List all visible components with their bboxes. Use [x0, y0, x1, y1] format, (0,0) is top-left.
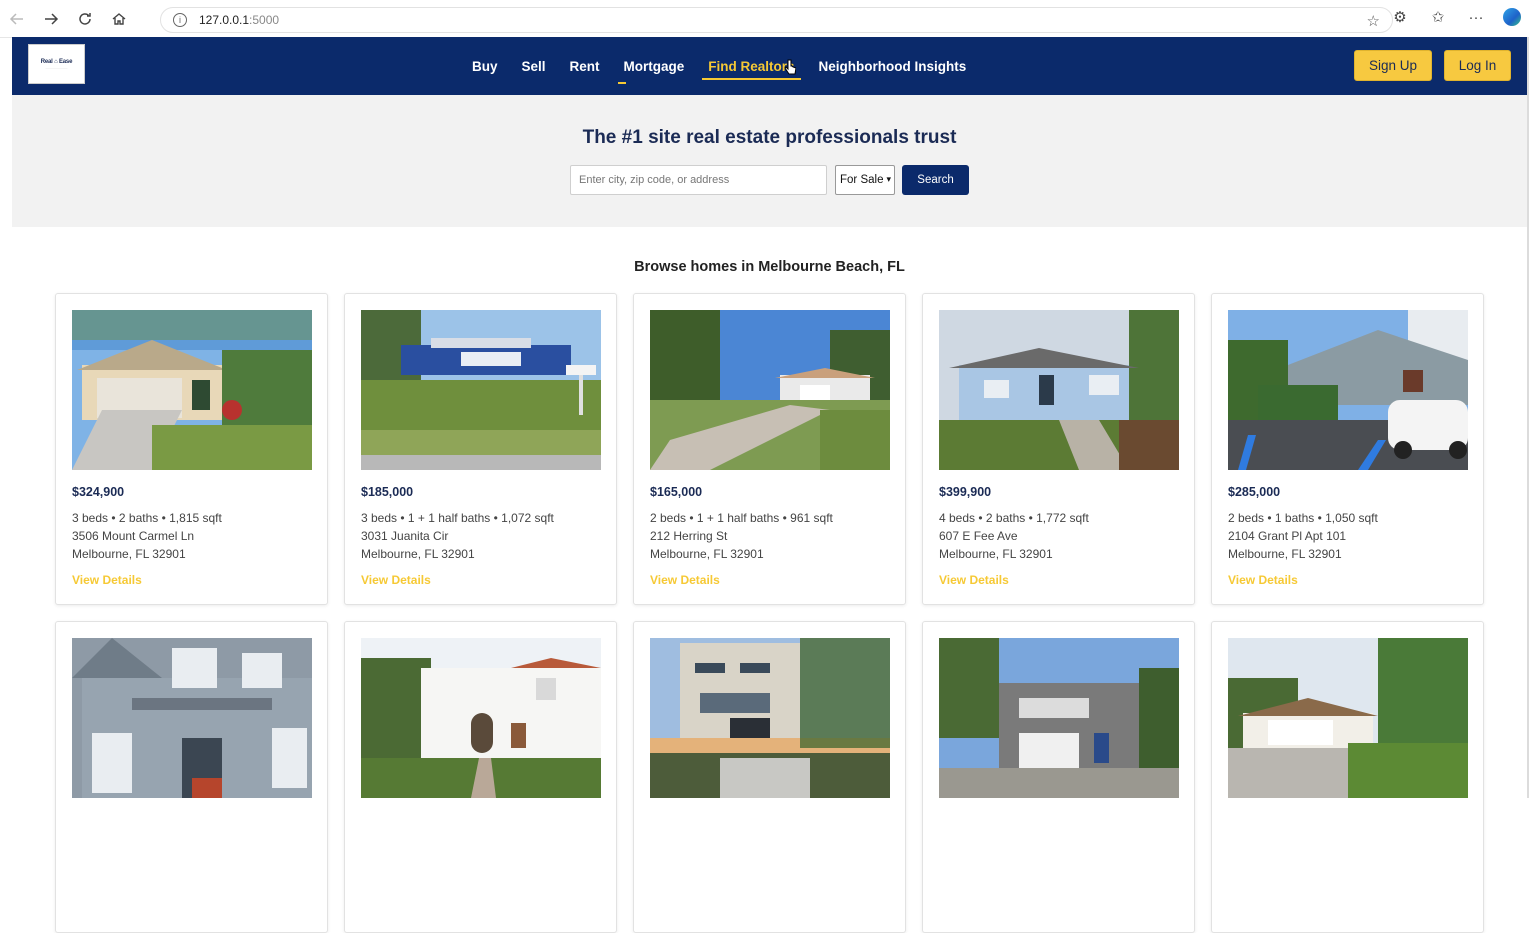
search-button[interactable]: Search [902, 165, 969, 195]
copilot-icon[interactable] [1503, 8, 1521, 26]
sign-up-button[interactable]: Sign Up [1354, 50, 1432, 81]
listing-city: Melbourne, FL 32901 [361, 547, 475, 561]
home-icon[interactable] [102, 4, 136, 34]
hand-cursor-icon [784, 59, 796, 75]
hero-title: The #1 site real estate professionals tr… [582, 127, 957, 148]
listing-type-value: For Sale [840, 174, 884, 186]
nav-rent[interactable]: Rent [570, 51, 600, 82]
listing-card[interactable]: $324,900 3 beds • 2 baths • 1,815 sqft 3… [55, 293, 328, 605]
listing-city: Melbourne, FL 32901 [939, 547, 1053, 561]
listing-photo[interactable] [650, 310, 890, 470]
listing-city: Melbourne, FL 32901 [650, 547, 764, 561]
listing-card[interactable] [633, 621, 906, 933]
listing-meta: 3 beds • 2 baths • 1,815 sqft [72, 511, 222, 525]
nav-find-realtors[interactable]: Find Realtors [702, 51, 801, 82]
view-details-link[interactable]: View Details [1228, 573, 1298, 587]
listing-city: Melbourne, FL 32901 [72, 547, 186, 561]
extensions-icon[interactable]: ⚙ [1389, 6, 1411, 28]
listing-photo[interactable] [939, 638, 1179, 798]
listing-price: $165,000 [650, 485, 703, 499]
listing-photo[interactable] [72, 638, 312, 798]
main-nav: Buy Sell Rent Mortgage Find Realtors Nei… [460, 37, 978, 95]
listing-meta: 2 beds • 1 + 1 half baths • 961 sqft [650, 511, 833, 525]
listing-street: 3506 Mount Carmel Ln [72, 529, 195, 543]
favorites-icon[interactable]: ✩ [1427, 6, 1449, 28]
listing-card[interactable]: $185,000 3 beds • 1 + 1 half baths • 1,0… [344, 293, 617, 605]
favorite-star-icon[interactable]: ☆ [1367, 12, 1380, 30]
listing-card[interactable] [55, 621, 328, 933]
browse-title: Browse homes in Melbourne Beach, FL [634, 259, 905, 275]
listing-photo[interactable] [361, 310, 601, 470]
nav-buy[interactable]: Buy [472, 51, 498, 82]
listing-photo[interactable] [361, 638, 601, 798]
listing-street: 212 Herring St [650, 529, 728, 543]
chevron-down-icon: ▾ [886, 174, 891, 184]
nav-neighborhood-insights[interactable]: Neighborhood Insights [819, 51, 967, 82]
listing-card[interactable]: $399,900 4 beds • 2 baths • 1,772 sqft 6… [922, 293, 1195, 605]
listing-meta: 2 beds • 1 baths • 1,050 sqft [1228, 511, 1378, 525]
more-menu-icon[interactable]: ··· [1465, 6, 1487, 28]
logo-text: Real ⌂ Ease [40, 58, 73, 65]
listing-card[interactable]: $165,000 2 beds • 1 + 1 half baths • 961… [633, 293, 906, 605]
view-details-link[interactable]: View Details [939, 573, 1009, 587]
browser-toolbar: i 127.0.0.1:5000 ☆ ⚙ ✩ ··· [0, 0, 1529, 38]
view-details-link[interactable]: View Details [361, 573, 431, 587]
listing-price: $185,000 [361, 485, 414, 499]
listing-type-select[interactable]: For Sale ▾ [835, 165, 895, 195]
site-info-icon[interactable]: i [173, 13, 187, 27]
listing-card[interactable] [1211, 621, 1484, 933]
nav-sell[interactable]: Sell [522, 51, 546, 82]
nav-mortgage[interactable]: Mortgage [617, 51, 684, 84]
listing-price: $399,900 [939, 485, 992, 499]
back-icon[interactable] [0, 4, 34, 34]
listing-photo[interactable] [939, 310, 1179, 470]
view-details-link[interactable]: View Details [72, 573, 142, 587]
listing-price: $285,000 [1228, 485, 1281, 499]
brand-logo[interactable]: Real ⌂ Ease ······················ [28, 44, 85, 84]
listing-grid: $324,900 3 beds • 2 baths • 1,815 sqft 3… [55, 293, 1485, 933]
url-port: :5000 [249, 13, 280, 27]
listing-card[interactable]: $285,000 2 beds • 1 baths • 1,050 sqft 2… [1211, 293, 1484, 605]
listing-meta: 3 beds • 1 + 1 half baths • 1,072 sqft [361, 511, 554, 525]
listing-street: 607 E Fee Ave [939, 529, 1018, 543]
listing-street: 3031 Juanita Cir [361, 529, 449, 543]
listing-photo[interactable] [72, 310, 312, 470]
listing-photo[interactable] [650, 638, 890, 798]
location-search-input[interactable] [570, 165, 827, 195]
logo-tagline: ······················ [45, 65, 68, 70]
listing-street: 2104 Grant Pl Apt 101 [1228, 529, 1347, 543]
address-bar[interactable]: i 127.0.0.1:5000 ☆ [160, 7, 1393, 33]
listing-card[interactable] [922, 621, 1195, 933]
view-details-link[interactable]: View Details [650, 573, 720, 587]
log-in-button[interactable]: Log In [1444, 50, 1511, 81]
site-header: Real ⌂ Ease ······················ Buy S… [12, 37, 1527, 95]
listing-meta: 4 beds • 2 baths • 1,772 sqft [939, 511, 1089, 525]
listing-photo[interactable] [1228, 310, 1468, 470]
listing-price: $324,900 [72, 485, 125, 499]
listing-photo[interactable] [1228, 638, 1468, 798]
url-host: 127.0.0.1 [199, 13, 250, 27]
listing-city: Melbourne, FL 32901 [1228, 547, 1342, 561]
listing-card[interactable] [344, 621, 617, 933]
reload-icon[interactable] [68, 4, 102, 34]
forward-icon[interactable] [34, 4, 68, 34]
hero-section: The #1 site real estate professionals tr… [12, 95, 1527, 227]
